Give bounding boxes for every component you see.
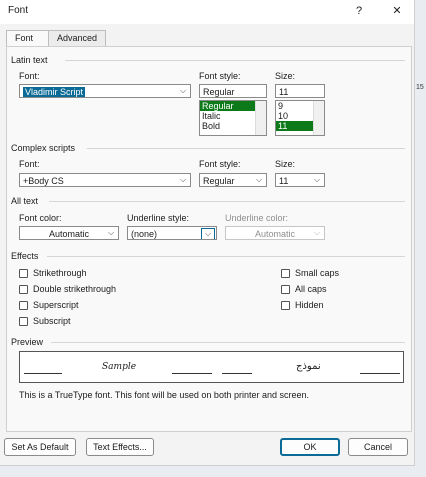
complex-font-combobox[interactable]: +Body CS ⌵	[19, 173, 191, 187]
latin-font-combobox[interactable]: Vladimir Script ⌵	[19, 84, 191, 98]
ok-button[interactable]: OK	[280, 438, 340, 456]
all-caps-label: All caps	[295, 284, 327, 294]
cancel-button[interactable]: Cancel	[348, 438, 408, 456]
underline-color-picker[interactable]: Automatic ⌵	[225, 226, 325, 240]
title-bar: Font ? ✕	[0, 0, 414, 24]
tab-advanced-label: Advanced	[57, 33, 98, 43]
chevron-down-icon[interactable]: ⌵	[176, 85, 190, 97]
preview-group-divider	[51, 342, 405, 343]
latin-group-divider	[65, 60, 405, 61]
complex-size-label: Size:	[275, 159, 296, 169]
underline-style-value: (none)	[131, 229, 158, 239]
all-caps-checkbox[interactable]	[281, 285, 290, 294]
hidden-label: Hidden	[295, 300, 324, 310]
latin-size-list[interactable]: 9 10 11	[275, 100, 325, 136]
complex-style-value: Regular	[203, 176, 235, 186]
underline-style-label: Underline style:	[127, 213, 190, 223]
strikethrough-checkbox[interactable]	[19, 269, 28, 278]
font-tab-panel: Latin text Font: Vladimir Script ⌵ Font …	[6, 46, 412, 432]
double-strikethrough-label: Double strikethrough	[33, 284, 117, 294]
tab-advanced[interactable]: Advanced	[48, 30, 106, 46]
preview-line	[172, 373, 212, 374]
chevron-down-icon[interactable]: ⌵	[176, 174, 190, 186]
effects-group-title: Effects	[11, 251, 39, 261]
font-dialog: Font ? ✕ Font Advanced Latin text Font: …	[0, 0, 415, 466]
window-title: Font	[8, 5, 29, 16]
close-button[interactable]: ✕	[386, 2, 408, 20]
text-effects-button[interactable]: Text Effects...	[86, 438, 154, 456]
latin-size-scrollbar[interactable]	[313, 101, 324, 135]
font-color-value: Automatic	[48, 229, 90, 239]
underline-style-combobox[interactable]: (none) ⌵	[127, 226, 217, 240]
latin-font-value: Vladimir Script	[23, 87, 86, 97]
preview-arabic-text: نموذج	[296, 361, 321, 372]
small-caps-checkbox[interactable]	[281, 269, 290, 278]
preview-box: Sample نموذج	[19, 351, 404, 383]
strikethrough-label: Strikethrough	[33, 268, 87, 278]
complex-style-combobox[interactable]: Regular ⌵	[199, 173, 267, 187]
chevron-down-icon[interactable]: ⌵	[310, 227, 324, 239]
complex-style-label: Font style:	[199, 159, 241, 169]
complex-group-title: Complex scripts	[11, 143, 76, 153]
tab-font[interactable]: Font	[6, 30, 49, 47]
tab-font-label: Font	[15, 33, 34, 43]
superscript-checkbox[interactable]	[19, 301, 28, 310]
help-button[interactable]: ?	[348, 2, 370, 20]
complex-size-combobox[interactable]: 11 ⌵	[275, 173, 325, 187]
chevron-down-icon[interactable]: ⌵	[310, 174, 324, 186]
preview-line	[222, 373, 252, 374]
preview-group-title: Preview	[11, 337, 44, 347]
underline-color-value: Automatic	[254, 229, 296, 239]
small-caps-label: Small caps	[295, 268, 340, 278]
effects-group-divider	[47, 256, 405, 257]
preview-sample-text: Sample	[102, 362, 137, 372]
latin-style-label: Font style:	[199, 71, 241, 81]
latin-style-list[interactable]: Regular Italic Bold	[199, 100, 267, 136]
complex-font-label: Font:	[19, 159, 40, 169]
latin-group-title: Latin text	[11, 55, 48, 65]
latin-size-label: Size:	[275, 71, 296, 81]
chevron-down-icon[interactable]: ⌵	[104, 227, 118, 239]
subscript-label: Subscript	[33, 316, 71, 326]
alltext-group-divider	[49, 201, 405, 202]
font-color-label: Font color:	[19, 213, 62, 223]
font-color-picker[interactable]: Automatic ⌵	[19, 226, 119, 240]
preview-line	[360, 373, 400, 374]
double-strikethrough-checkbox[interactable]	[19, 285, 28, 294]
background-text: 15	[416, 84, 424, 91]
superscript-label: Superscript	[33, 300, 79, 310]
chevron-down-icon[interactable]: ⌵	[201, 228, 215, 239]
preview-note: This is a TrueType font. This font will …	[19, 390, 309, 400]
preview-line	[24, 373, 62, 374]
hidden-checkbox[interactable]	[281, 301, 290, 310]
chevron-down-icon[interactable]: ⌵	[252, 174, 266, 186]
latin-font-label: Font:	[19, 71, 40, 81]
complex-size-value: 11	[279, 176, 289, 186]
underline-color-label: Underline color:	[225, 213, 289, 223]
complex-group-divider	[87, 148, 405, 149]
alltext-group-title: All text	[11, 196, 39, 206]
complex-font-value: +Body CS	[23, 176, 64, 186]
set-as-default-button[interactable]: Set As Default	[4, 438, 76, 456]
subscript-checkbox[interactable]	[19, 317, 28, 326]
latin-size-input[interactable]: 11	[275, 84, 325, 98]
latin-style-scrollbar[interactable]	[255, 101, 266, 135]
latin-style-input[interactable]: Regular	[199, 84, 267, 98]
